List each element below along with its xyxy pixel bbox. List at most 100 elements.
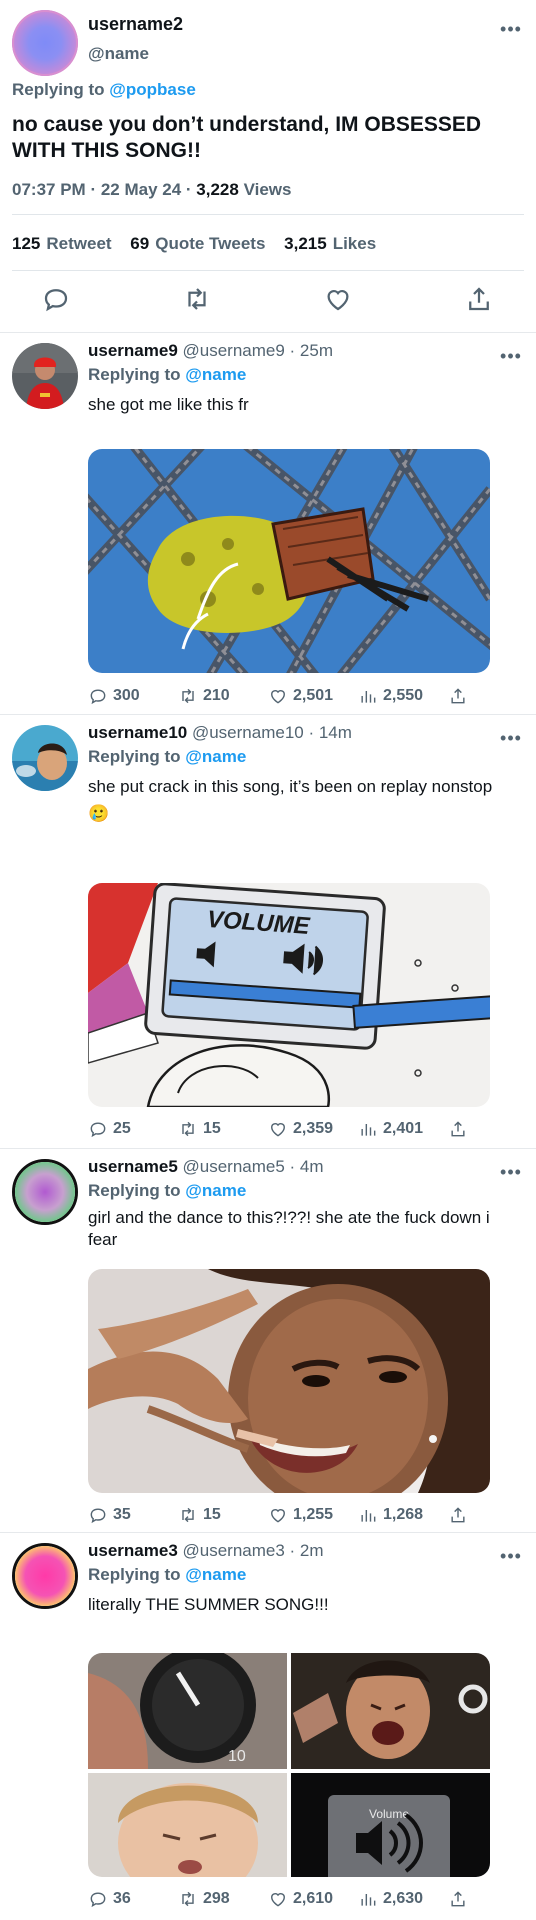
- tweet-text: no cause you don’t understand, IM OBSESS…: [12, 113, 482, 162]
- display-name[interactable]: username5: [88, 1157, 178, 1176]
- avatar[interactable]: [12, 343, 78, 409]
- reply-tweet[interactable]: username3 @username3 · 2m ••• Replying t…: [0, 1532, 536, 1920]
- reply-icon: [90, 1508, 106, 1524]
- tweet-stats: 125 Retweet 69 Quote Tweets 3,215 Likes: [12, 234, 390, 254]
- reply-button[interactable]: 300: [88, 686, 140, 706]
- reply-tweet[interactable]: username10 @username10 · 14m ••• Replyin…: [0, 714, 536, 1148]
- reply-button[interactable]: 25: [88, 1119, 131, 1139]
- dance-image[interactable]: [88, 1269, 490, 1493]
- share-icon[interactable]: [448, 1119, 468, 1144]
- reply-tweet[interactable]: username9 @username9 · 25m ••• Replying …: [0, 332, 536, 714]
- more-options-icon[interactable]: •••: [500, 1163, 522, 1181]
- retweet-button[interactable]: 210: [178, 686, 230, 706]
- share-icon[interactable]: [448, 686, 468, 711]
- avatar[interactable]: [12, 1159, 78, 1225]
- like-icon[interactable]: [323, 284, 353, 314]
- volume-image: Volume: [291, 1773, 490, 1877]
- retweet-icon[interactable]: [182, 284, 212, 314]
- reply-icon[interactable]: [41, 284, 71, 314]
- views-icon: [361, 1510, 376, 1522]
- replying-to: Replying to @name: [88, 1181, 246, 1201]
- more-options-icon[interactable]: •••: [500, 729, 522, 747]
- volume-image[interactable]: VOLUME: [88, 883, 490, 1107]
- media-grid[interactable]: 10 Volume: [88, 1653, 490, 1877]
- display-name[interactable]: username2: [88, 14, 183, 35]
- retweet-icon: [182, 688, 194, 704]
- replying-to-link[interactable]: @name: [185, 365, 246, 384]
- conversation-page: username2 @name ••• Replying to @popbase…: [0, 0, 536, 1920]
- replying-to-link[interactable]: @name: [185, 1181, 246, 1200]
- views-button[interactable]: 2,550: [358, 686, 423, 706]
- replying-prefix: Replying to: [88, 365, 181, 384]
- like-button[interactable]: 1,255: [268, 1505, 333, 1525]
- divider: [12, 214, 524, 215]
- share-icon[interactable]: [464, 284, 494, 314]
- reply-button[interactable]: 35: [88, 1505, 131, 1525]
- replying-to-link[interactable]: @name: [185, 1565, 246, 1584]
- display-name[interactable]: username10: [88, 723, 187, 742]
- crying-kid-image: [291, 1653, 490, 1769]
- more-options-icon[interactable]: •••: [500, 1547, 522, 1565]
- spongebob-image[interactable]: [88, 449, 490, 673]
- handle-time[interactable]: @username10 · 14m: [192, 723, 352, 742]
- reply-count: 25: [113, 1120, 131, 1137]
- reply-count: 36: [113, 1890, 131, 1907]
- knob-image: 10: [88, 1653, 287, 1769]
- handle-time[interactable]: @username9 · 25m: [183, 341, 334, 360]
- views-icon: [361, 1124, 376, 1136]
- views-button[interactable]: 2,401: [358, 1119, 423, 1139]
- reply-actions: 36 298 2,610 2,630: [88, 1889, 508, 1911]
- display-name[interactable]: username9: [88, 341, 178, 360]
- avatar[interactable]: [12, 1543, 78, 1609]
- reply-tweet[interactable]: username5 @username5 · 4m ••• Replying t…: [0, 1148, 536, 1532]
- quotes-label[interactable]: Quote Tweets: [155, 234, 265, 253]
- avatar[interactable]: [12, 10, 78, 76]
- handle-time[interactable]: @username5 · 4m: [183, 1157, 324, 1176]
- tweet-meta: 07:37 PM · 22 May 24 · 3,228 Views: [12, 180, 291, 200]
- retweet-count: 15: [203, 1506, 221, 1523]
- like-count: 2,501: [293, 687, 334, 704]
- handle[interactable]: @name: [88, 44, 149, 64]
- retweet-button[interactable]: 15: [178, 1119, 221, 1139]
- like-button[interactable]: 2,359: [268, 1119, 333, 1139]
- views-button[interactable]: 1,268: [358, 1505, 423, 1525]
- views-icon: [361, 1894, 376, 1906]
- reply-actions: 300 210 2,501 2,550: [88, 686, 508, 708]
- reply-icon: [90, 689, 106, 705]
- likes-count[interactable]: 3,215: [284, 234, 327, 253]
- retweet-button[interactable]: 15: [178, 1505, 221, 1525]
- tweet-text: literally THE SUMMER SONG!!!: [88, 1595, 329, 1614]
- tweet-time[interactable]: 07:37 PM: [12, 180, 86, 199]
- quotes-count[interactable]: 69: [130, 234, 149, 253]
- avatar[interactable]: [12, 725, 78, 791]
- replying-prefix: Replying to: [88, 747, 181, 766]
- retweet-icon: [182, 1121, 194, 1137]
- reply-header: username9 @username9 · 25m: [88, 341, 333, 361]
- like-count: 2,610: [293, 1890, 334, 1907]
- more-options-icon[interactable]: •••: [500, 347, 522, 365]
- views-button[interactable]: 2,630: [358, 1889, 423, 1909]
- replying-to-link[interactable]: @popbase: [109, 80, 195, 99]
- handle-time[interactable]: @username3 · 2m: [183, 1541, 324, 1560]
- reply-count: 300: [113, 687, 140, 704]
- likes-label[interactable]: Likes: [333, 234, 376, 253]
- retweets-label[interactable]: Retweet: [46, 234, 111, 253]
- tweet-date[interactable]: 22 May 24: [101, 180, 181, 199]
- display-name[interactable]: username3: [88, 1541, 178, 1560]
- share-icon[interactable]: [448, 1889, 468, 1914]
- views-count: 2,401: [383, 1120, 424, 1137]
- like-button[interactable]: 2,501: [268, 686, 333, 706]
- replying-to-link[interactable]: @name: [185, 747, 246, 766]
- reply-button[interactable]: 36: [88, 1889, 131, 1909]
- views-label: Views: [243, 180, 292, 199]
- share-icon[interactable]: [448, 1505, 468, 1530]
- reply-icon: [90, 1122, 106, 1138]
- more-options-icon[interactable]: •••: [500, 20, 522, 38]
- views-count: 2,550: [383, 687, 424, 704]
- reply-icon: [90, 1892, 106, 1908]
- like-button[interactable]: 2,610: [268, 1889, 333, 1909]
- like-icon: [271, 1509, 285, 1523]
- retweet-button[interactable]: 298: [178, 1889, 230, 1909]
- tweet-text: girl and the dance to this?!??! she ate …: [88, 1208, 490, 1249]
- retweets-count[interactable]: 125: [12, 234, 40, 253]
